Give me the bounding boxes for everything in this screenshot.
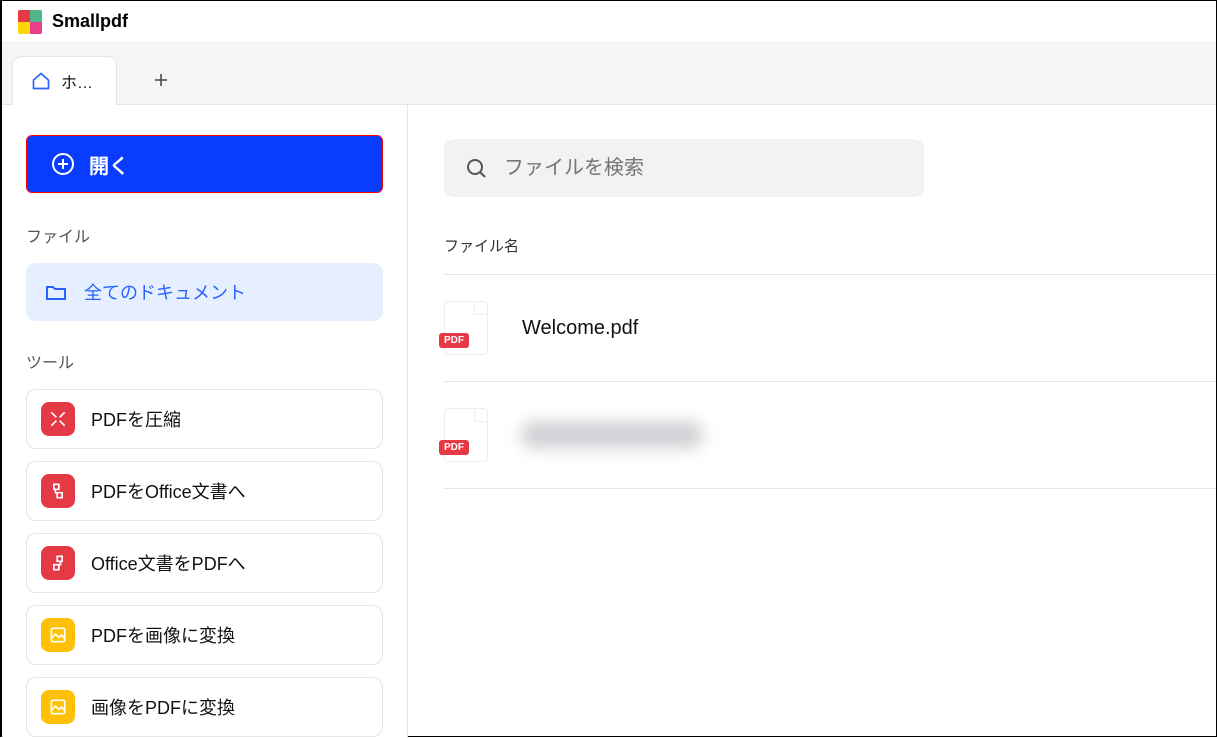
plus-icon (152, 71, 170, 89)
app-title: Smallpdf (52, 11, 128, 32)
tool-label: PDFを画像に変換 (91, 622, 235, 648)
pdf-file-icon: PDF (444, 301, 488, 355)
image-icon (41, 618, 75, 652)
tool-pdf-to-office[interactable]: PDFをOffice文書へ (26, 461, 383, 521)
app-logo (18, 10, 42, 34)
section-files-label: ファイル (26, 223, 383, 247)
file-name-redacted (522, 422, 702, 448)
tab-bar: ホ… (2, 43, 1216, 105)
open-label: 開く (89, 150, 129, 179)
tool-compress-pdf[interactable]: PDFを圧縮 (26, 389, 383, 449)
home-icon (31, 71, 51, 91)
new-tab-button[interactable] (137, 56, 185, 104)
plus-circle-icon (51, 152, 75, 176)
tool-image-to-pdf[interactable]: 画像をPDFに変換 (26, 677, 383, 737)
main-panel: ファイル名 PDF Welcome.pdf PDF (408, 105, 1216, 738)
tool-label: Office文書をPDFへ (91, 550, 246, 576)
open-button[interactable]: 開く (26, 135, 383, 193)
file-row[interactable]: PDF Welcome.pdf (444, 274, 1216, 381)
tool-label: 画像をPDFに変換 (91, 694, 235, 720)
all-docs-label: 全てのドキュメント (84, 279, 246, 305)
titlebar: Smallpdf (2, 1, 1216, 43)
sidebar: 開く ファイル 全てのドキュメント ツール PDFを圧縮 PDFをOffice文… (2, 105, 408, 738)
search-input[interactable] (504, 157, 904, 180)
column-header-filename: ファイル名 (444, 235, 1216, 256)
tool-label: PDFをOffice文書へ (91, 478, 246, 504)
convert-icon (41, 474, 75, 508)
tab-home[interactable]: ホ… (12, 56, 117, 105)
compress-icon (41, 402, 75, 436)
sidebar-item-all-documents[interactable]: 全てのドキュメント (26, 263, 383, 321)
tool-office-to-pdf[interactable]: Office文書をPDFへ (26, 533, 383, 593)
pdf-badge: PDF (439, 333, 469, 348)
pdf-file-icon: PDF (444, 408, 488, 462)
search-icon (464, 156, 488, 180)
section-tools-label: ツール (26, 349, 383, 373)
file-row[interactable]: PDF (444, 381, 1216, 489)
tool-label: PDFを圧縮 (91, 406, 181, 432)
tool-pdf-to-image[interactable]: PDFを画像に変換 (26, 605, 383, 665)
tab-label: ホ… (61, 69, 93, 93)
folder-icon (44, 280, 68, 304)
pdf-badge: PDF (439, 440, 469, 455)
convert-icon (41, 546, 75, 580)
search-box[interactable] (444, 139, 924, 197)
image-icon (41, 690, 75, 724)
file-name: Welcome.pdf (522, 317, 638, 340)
